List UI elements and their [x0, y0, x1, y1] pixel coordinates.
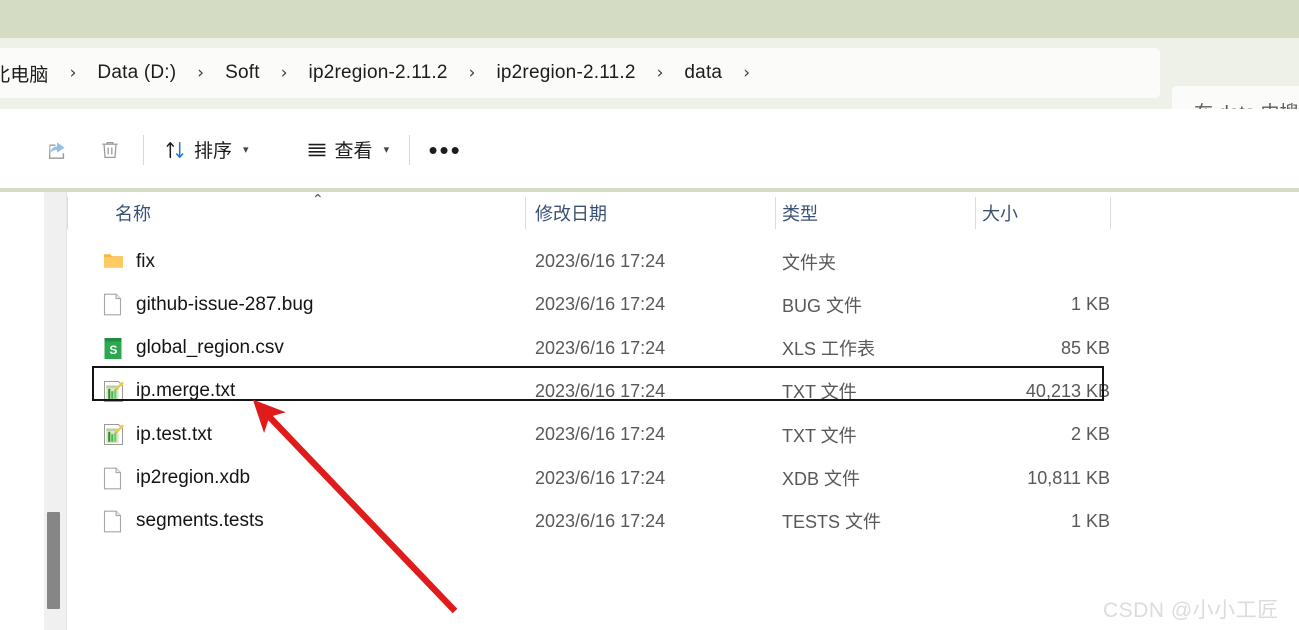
file-date-cell: 2023/6/16 17:24: [535, 380, 666, 401]
table-row[interactable]: segments.tests 2023/6/16 17:24 TESTS 文件 1 K…: [67, 500, 1299, 543]
header-divider[interactable]: [67, 197, 68, 229]
csv-file-icon: S: [103, 337, 124, 360]
breadcrumb-separator-icon: ›: [197, 63, 205, 83]
window-titlebar: [0, 0, 1299, 38]
column-header-date[interactable]: 修改日期: [535, 192, 607, 234]
toolbar-divider-2: [409, 134, 411, 165]
table-row[interactable]: ip.test.txt 2023/6/16 17:24 TXT 文件 2 KB: [67, 413, 1299, 456]
header-divider[interactable]: [775, 197, 776, 229]
toolbar-divider-1: [143, 134, 144, 165]
column-header-row: ⌃ 名称 修改日期 类型 大小: [67, 192, 1299, 234]
scrollbar-thumb[interactable]: [47, 512, 60, 609]
file-date-cell: 2023/6/16 17:24: [535, 294, 666, 315]
navigation-pane-edge: [0, 192, 44, 630]
txt-file-icon: [103, 380, 124, 403]
address-bar[interactable]: 北电脑 › Data (D:) › Soft › ip2region-2.11.2 › ip2r…: [0, 48, 1160, 98]
file-name-label: ip2region.xdb: [136, 467, 251, 488]
toolbar: 排序 ▾ 查看 ▾ •••: [0, 109, 1299, 190]
column-header-name[interactable]: 名称: [115, 192, 151, 234]
breadcrumb-item-1[interactable]: Data (D:): [90, 62, 183, 84]
view-label: 查看: [334, 141, 373, 162]
breadcrumb-item-2[interactable]: Soft: [218, 62, 267, 84]
breadcrumb-separator-icon: ›: [743, 63, 750, 83]
file-type-cell: TXT 文件: [782, 425, 857, 446]
file-type-cell: TESTS 文件: [782, 512, 882, 533]
sort-button[interactable]: 排序 ▾: [153, 127, 260, 173]
table-row[interactable]: ip.merge.txt 2023/6/16 17:24 TXT 文件 40,213 …: [67, 370, 1299, 413]
file-date-cell: 2023/6/16 17:24: [535, 510, 666, 531]
view-button[interactable]: 查看 ▾: [294, 127, 401, 173]
table-row[interactable]: github-issue-287.bug 2023/6/16 17:24 BUG 文…: [67, 283, 1299, 326]
list-view-icon: [305, 138, 326, 161]
file-name-cell[interactable]: fix: [103, 250, 155, 273]
table-row[interactable]: Sglobal_region.csv 2023/6/16 17:24 XLS 工作表…: [67, 327, 1299, 370]
file-name-label: fix: [136, 250, 155, 272]
generic-file-icon: [103, 293, 124, 316]
svg-text:S: S: [109, 343, 117, 357]
chevron-down-icon: ▾: [383, 143, 390, 156]
breadcrumb: 北电脑 › Data (D:) › Soft › ip2region-2.11.2 › ip2r…: [0, 48, 764, 98]
folder-icon: [103, 250, 124, 273]
table-row[interactable]: fix 2023/6/16 17:24 文件夹: [67, 240, 1299, 283]
share-icon: [46, 138, 67, 161]
column-header-size[interactable]: 大小: [982, 192, 1018, 234]
file-date-cell: 2023/6/16 17:24: [535, 337, 666, 358]
breadcrumb-separator-icon: ›: [656, 63, 664, 83]
file-size-cell: 2 KB: [1070, 424, 1110, 445]
file-type-cell: TXT 文件: [782, 382, 857, 403]
file-name-cell[interactable]: github-issue-287.bug: [103, 293, 313, 316]
share-button[interactable]: [30, 127, 82, 173]
file-name-cell[interactable]: ip.test.txt: [103, 423, 212, 446]
trash-icon: [98, 138, 119, 161]
chevron-down-icon: ▾: [243, 143, 249, 156]
file-name-label: ip.merge.txt: [136, 380, 236, 402]
file-type-cell: 文件夹: [782, 252, 836, 273]
breadcrumb-item-3[interactable]: ip2region-2.11.2: [302, 62, 455, 84]
file-name-label: segments.tests: [136, 510, 264, 532]
file-explorer-window: 北电脑 › Data (D:) › Soft › ip2region-2.11.2 › ip2r…: [0, 0, 1299, 630]
file-name-cell[interactable]: ip.merge.txt: [103, 380, 235, 403]
file-date-cell: 2023/6/16 17:24: [535, 424, 666, 445]
delete-button[interactable]: [82, 127, 134, 173]
sort-icon: [164, 138, 185, 161]
file-size-cell: 1 KB: [1070, 294, 1110, 315]
file-type-cell: BUG 文件: [782, 295, 863, 316]
breadcrumb-item-0[interactable]: 北电脑: [0, 60, 56, 87]
file-size-cell: 40,213 KB: [1025, 380, 1110, 401]
more-options-button[interactable]: •••: [419, 127, 471, 173]
column-header-type[interactable]: 类型: [782, 192, 818, 234]
txt-file-icon: [103, 423, 124, 446]
breadcrumb-separator-icon: ›: [69, 63, 77, 83]
sort-ascending-icon: ⌃: [312, 192, 324, 208]
file-size-cell: 85 KB: [1060, 337, 1110, 358]
breadcrumb-separator-icon: ›: [280, 63, 288, 83]
file-type-cell: XDB 文件: [782, 469, 861, 489]
breadcrumb-item-4[interactable]: ip2region-2.11.2: [489, 62, 642, 84]
header-divider[interactable]: [1110, 197, 1111, 229]
breadcrumb-separator-icon: ›: [468, 63, 476, 83]
file-size-cell: 1 KB: [1070, 510, 1110, 531]
file-date-cell: 2023/6/16 17:24: [535, 467, 666, 488]
file-name-label: github-issue-287.bug: [136, 293, 314, 315]
file-name-cell[interactable]: ip2region.xdb: [103, 467, 250, 490]
file-name-label: ip.test.txt: [136, 423, 213, 445]
generic-file-icon: [103, 510, 124, 533]
file-date-cell: 2023/6/16 17:24: [535, 251, 666, 271]
table-row[interactable]: ip2region.xdb 2023/6/16 17:24 XDB 文件 10,811…: [67, 457, 1299, 500]
file-list-pane: ⌃ 名称 修改日期 类型 大小 fix 2023/6/16 17:24 文件夹 git…: [67, 192, 1299, 630]
file-name-label: global_region.csv: [136, 337, 284, 359]
file-name-cell[interactable]: segments.tests: [103, 510, 264, 533]
generic-file-icon: [103, 467, 124, 490]
watermark: CSDN @小小工匠: [1103, 599, 1279, 622]
breadcrumb-item-5[interactable]: data: [677, 62, 729, 84]
file-type-cell: XLS 工作表: [782, 339, 876, 360]
sort-label: 排序: [194, 141, 233, 162]
header-divider[interactable]: [975, 197, 976, 229]
header-divider[interactable]: [525, 197, 526, 229]
ellipsis-icon: •••: [428, 134, 462, 165]
address-bar-strip: 北电脑 › Data (D:) › Soft › ip2region-2.11.2 › ip2r…: [0, 38, 1299, 136]
file-name-cell[interactable]: Sglobal_region.csv: [103, 337, 284, 360]
file-size-cell: 10,811 KB: [1027, 467, 1110, 488]
